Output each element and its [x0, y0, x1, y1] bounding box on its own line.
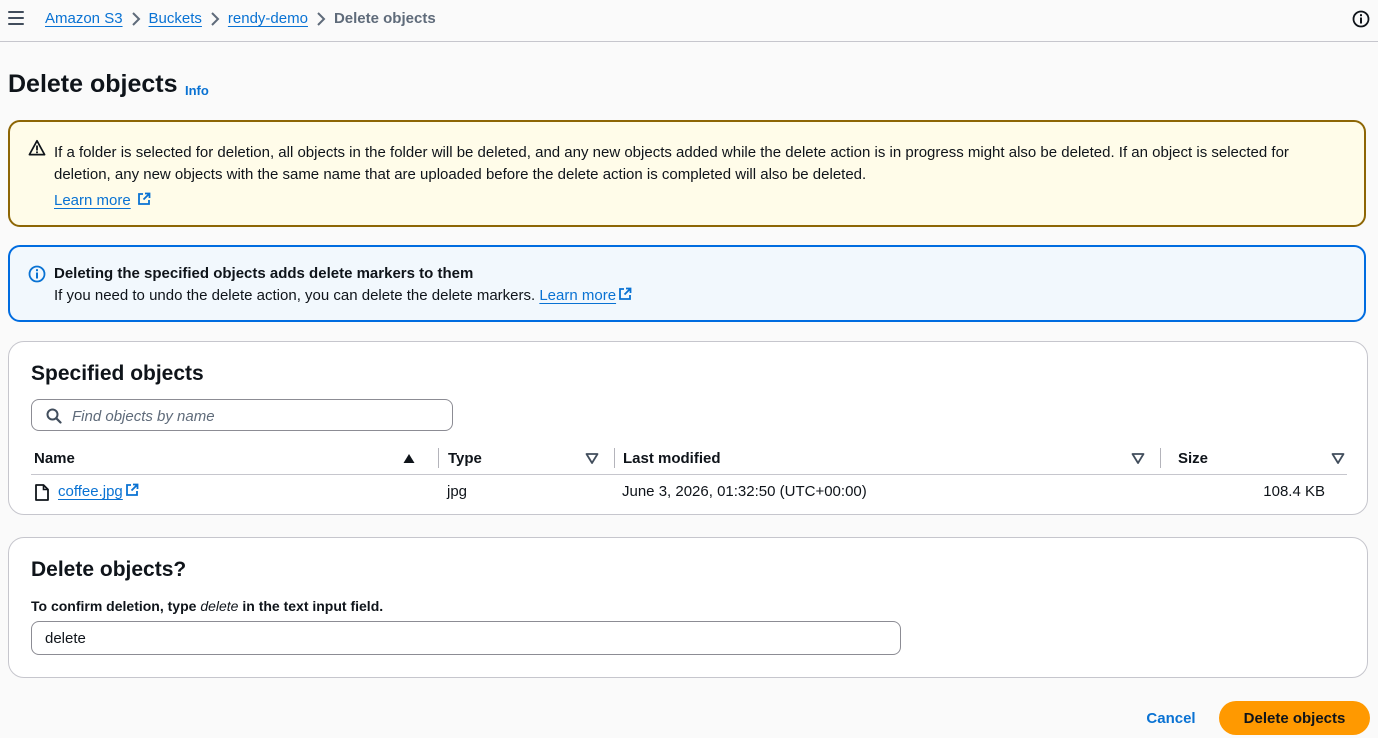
info-circle-icon[interactable]	[1352, 10, 1370, 28]
warning-learn-more-link[interactable]: Learn more	[54, 192, 131, 209]
warning-alert-text: If a folder is selected for deletion, al…	[54, 144, 1289, 183]
warning-alert: If a folder is selected for deletion, al…	[8, 120, 1366, 227]
table-row: coffee.jpg jpg June 3, 2026, 01:32:50 (U…	[31, 475, 1347, 509]
table-header: Name Type Last modified Size	[31, 442, 1347, 475]
external-link-icon[interactable]	[137, 192, 151, 206]
specified-objects-title: Specified objects	[31, 362, 204, 385]
chevron-right-icon	[202, 11, 228, 26]
page-title: Delete objects	[8, 70, 178, 98]
sort-icon[interactable]	[1131, 451, 1145, 465]
confirm-title: Delete objects?	[31, 558, 187, 581]
info-alert: Deleting the specified objects adds dele…	[8, 245, 1366, 322]
column-header-type[interactable]: Type	[445, 448, 605, 468]
confirm-label: To confirm deletion, type delete in the …	[31, 598, 384, 614]
info-link[interactable]: Info	[185, 83, 209, 98]
info-alert-title: Deleting the specified objects adds dele…	[54, 265, 474, 282]
column-header-last-modified[interactable]: Last modified	[620, 448, 1145, 468]
external-link-icon[interactable]	[125, 483, 139, 497]
breadcrumb-buckets[interactable]: Buckets	[149, 10, 202, 27]
chevron-right-icon	[308, 11, 334, 26]
chevron-right-icon	[123, 11, 149, 26]
warning-icon	[28, 139, 46, 156]
breadcrumb-bucket-name[interactable]: rendy-demo	[228, 10, 308, 27]
breadcrumb: Amazon S3 Buckets rendy-demo Delete obje…	[45, 10, 436, 27]
search-input[interactable]	[70, 400, 444, 432]
column-header-name[interactable]: Name	[31, 448, 431, 468]
object-name-link[interactable]: coffee.jpg	[58, 483, 123, 500]
confirm-keyword: delete	[200, 598, 239, 614]
top-navigation-bar: Amazon S3 Buckets rendy-demo Delete obje…	[0, 0, 1378, 42]
column-header-size[interactable]: Size	[1175, 448, 1347, 468]
info-circle-icon	[28, 265, 46, 283]
search-icon	[46, 408, 62, 424]
delete-objects-button[interactable]: Delete objects	[1219, 701, 1370, 735]
sort-icon[interactable]	[585, 451, 599, 465]
object-last-modified: June 3, 2026, 01:32:50 (UTC+00:00)	[622, 483, 867, 500]
search-box[interactable]	[31, 399, 453, 432]
info-alert-text: If you need to undo the delete action, y…	[54, 287, 536, 304]
breadcrumb-current: Delete objects	[333, 10, 436, 27]
object-type: jpg	[447, 483, 468, 500]
external-link-icon[interactable]	[618, 287, 632, 301]
sort-icon[interactable]	[1331, 451, 1345, 465]
file-icon	[35, 484, 49, 501]
confirm-deletion-panel: Delete objects? To confirm deletion, typ…	[8, 537, 1368, 678]
objects-table: Name Type Last modified Size coffee.jpg …	[31, 442, 1347, 509]
confirm-input[interactable]	[31, 621, 901, 655]
object-size: 108.4 KB	[1263, 483, 1325, 500]
info-learn-more-link[interactable]: Learn more	[539, 287, 616, 304]
sort-ascending-icon[interactable]	[402, 451, 416, 465]
cancel-button[interactable]: Cancel	[1140, 705, 1202, 731]
menu-icon[interactable]	[8, 11, 24, 25]
specified-objects-panel: Specified objects Name Type Last modifie…	[8, 341, 1368, 515]
breadcrumb-amazon-s3[interactable]: Amazon S3	[45, 10, 123, 27]
